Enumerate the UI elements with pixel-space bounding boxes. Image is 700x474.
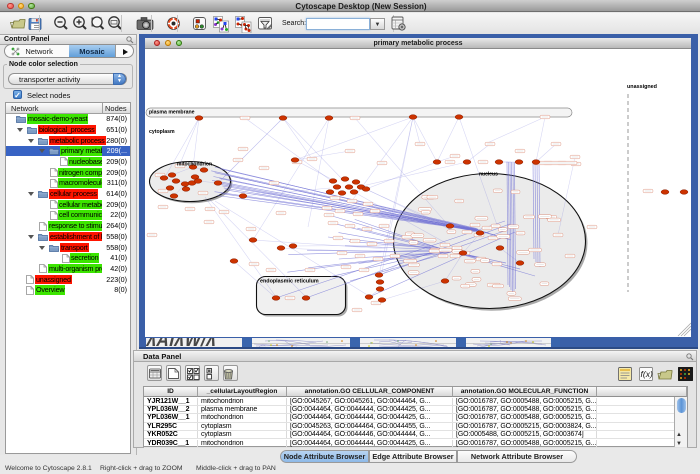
svg-text:endoplasmic reticulum: endoplasmic reticulum xyxy=(260,278,319,284)
svg-text:nucleus: nucleus xyxy=(479,171,498,177)
svg-text:mitochondrion: mitochondrion xyxy=(177,161,212,167)
svg-text:f(x): f(x) xyxy=(641,369,653,379)
svg-text:unassigned: unassigned xyxy=(627,84,657,90)
svg-text:plasma membrane: plasma membrane xyxy=(149,109,195,115)
svg-text:cytoplasm: cytoplasm xyxy=(149,129,175,135)
